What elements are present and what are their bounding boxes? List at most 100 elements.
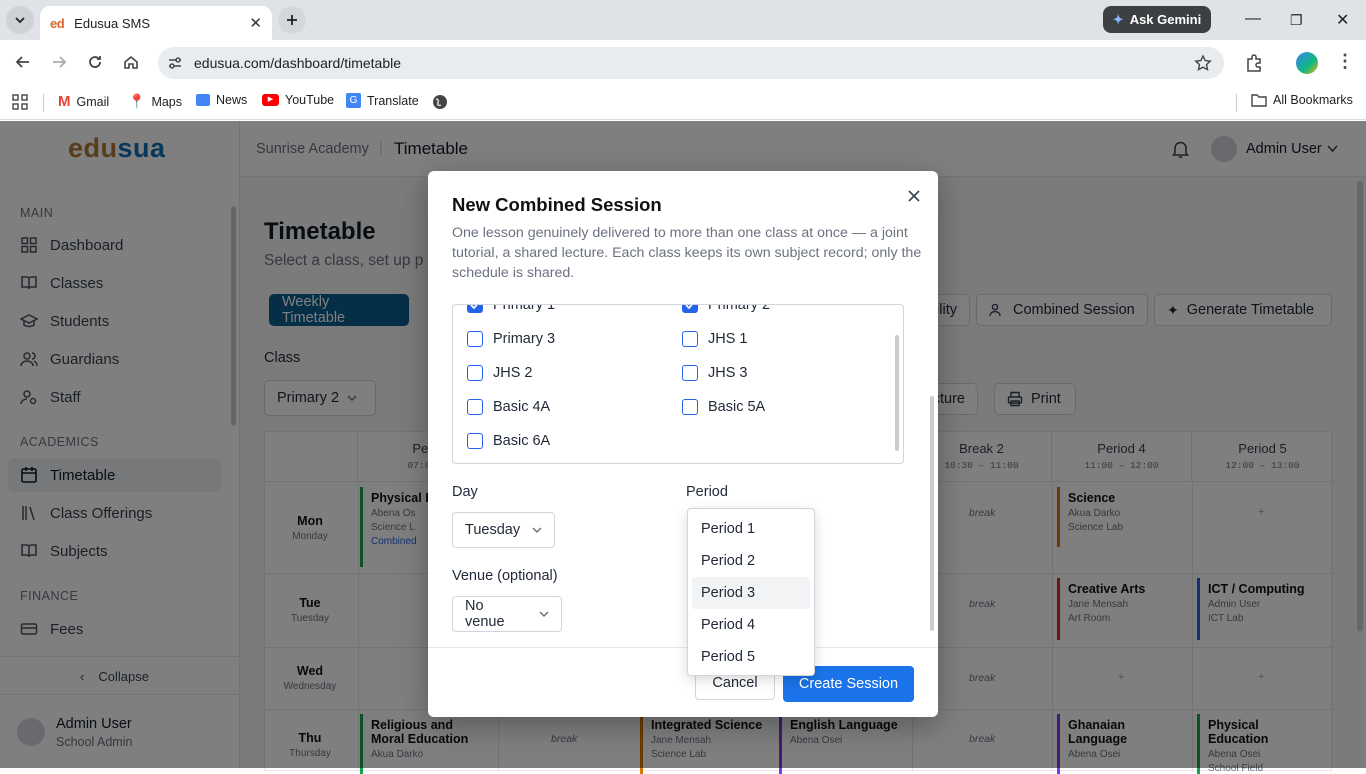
tab-title: Edusua SMS xyxy=(74,15,151,31)
period-option-4[interactable]: Period 4 xyxy=(692,609,810,641)
new-tab-button[interactable] xyxy=(278,6,306,34)
news-icon xyxy=(196,94,210,106)
venue-label: Venue (optional) xyxy=(452,568,558,584)
class-checklist: Primary 1 Primary 2 Primary 3 JHS 1 JHS … xyxy=(452,304,904,464)
gemini-label: Ask Gemini xyxy=(1129,12,1202,27)
bookmark-divider xyxy=(43,94,44,112)
modal-description: One lesson genuinely delivered to more t… xyxy=(452,225,922,281)
period-option-2[interactable]: Period 2 xyxy=(692,545,810,577)
back-icon[interactable] xyxy=(14,53,32,71)
period-option-5[interactable]: Period 5 xyxy=(692,641,810,673)
chevron-down-icon xyxy=(15,17,25,24)
class-checkbox-primary-1[interactable]: Primary 1 xyxy=(467,304,556,313)
bookmark-translate[interactable]: G Translate xyxy=(346,93,419,108)
all-bookmarks-label: All Bookmarks xyxy=(1273,93,1353,107)
venue-select[interactable]: No venue xyxy=(452,596,562,632)
forward-icon[interactable] xyxy=(50,53,68,71)
profile-avatar[interactable] xyxy=(1296,52,1318,74)
checkbox-label: Basic 5A xyxy=(708,399,766,415)
chevron-down-icon xyxy=(532,526,542,533)
globe-icon[interactable] xyxy=(432,94,448,110)
day-label: Day xyxy=(452,484,478,500)
apps-grid-icon[interactable] xyxy=(12,94,28,110)
checkbox[interactable] xyxy=(467,433,483,449)
tab-close-icon[interactable]: ✕ xyxy=(249,14,262,32)
checkbox[interactable] xyxy=(467,331,483,347)
browser-tabstrip: ed Edusua SMS ✕ ✦ Ask Gemini — ❐ ✕ xyxy=(0,0,1366,40)
browser-menu-icon[interactable]: ⋮ xyxy=(1336,51,1354,72)
class-checkbox-basic-6a[interactable]: Basic 6A xyxy=(467,433,550,449)
class-checkbox-primary-3[interactable]: Primary 3 xyxy=(467,331,555,347)
bookmark-label: Maps xyxy=(151,94,183,109)
window-close-icon[interactable]: ✕ xyxy=(1336,10,1349,30)
bookmark-label: YouTube xyxy=(285,93,335,107)
checkbox[interactable] xyxy=(682,365,698,381)
checkbox-label: Basic 6A xyxy=(493,433,551,449)
period-option-3[interactable]: Period 3 xyxy=(692,577,810,609)
checkbox[interactable] xyxy=(682,399,698,415)
period-dropdown-list: Period 1 Period 2 Period 3 Period 4 Peri… xyxy=(687,508,815,676)
checkbox[interactable] xyxy=(467,365,483,381)
day-select[interactable]: Tuesday xyxy=(452,512,555,548)
bookmark-news[interactable]: News xyxy=(196,93,247,107)
check-icon xyxy=(685,305,693,309)
minimize-icon[interactable]: — xyxy=(1245,10,1261,28)
checkbox-label: JHS 2 xyxy=(493,365,533,381)
plus-icon xyxy=(287,15,297,25)
select-value: No venue xyxy=(465,598,505,630)
checkbox-checked[interactable] xyxy=(467,305,483,313)
tab-search-button[interactable] xyxy=(6,6,34,34)
gemini-icon: ✦ xyxy=(1112,11,1124,27)
bookmark-star-icon[interactable] xyxy=(1194,54,1212,72)
bookmark-youtube[interactable]: ▶ YouTube xyxy=(262,93,334,107)
checkbox[interactable] xyxy=(682,331,698,347)
class-checkbox-primary-2[interactable]: Primary 2 xyxy=(682,304,771,313)
checklist-scrollbar[interactable] xyxy=(895,335,899,451)
url-text: edusua.com/dashboard/timetable xyxy=(194,55,402,71)
period-label: Period xyxy=(686,484,728,500)
checkbox-checked[interactable] xyxy=(682,305,698,313)
chevron-down-icon xyxy=(539,610,549,617)
class-checkbox-basic-5a[interactable]: Basic 5A xyxy=(682,399,765,415)
check-icon xyxy=(470,305,478,309)
button-label: Create Session xyxy=(798,676,899,692)
bookmarks-bar: M Gmail 📍 Maps News ▶ YouTube G Translate Al… xyxy=(0,86,1366,120)
modal-title: New Combined Session xyxy=(452,194,662,215)
extensions-icon[interactable] xyxy=(1244,53,1264,73)
maps-pin-icon: 📍 xyxy=(128,93,146,109)
class-checkbox-jhs-2[interactable]: JHS 2 xyxy=(467,365,533,381)
home-icon[interactable] xyxy=(122,53,140,71)
bookmark-label: Gmail xyxy=(76,94,110,109)
bookmark-gmail[interactable]: M Gmail xyxy=(58,93,109,110)
youtube-icon: ▶ xyxy=(262,94,279,106)
restore-icon[interactable]: ❐ xyxy=(1290,12,1303,29)
checkbox-label: Primary 1 xyxy=(493,304,556,313)
class-checkbox-basic-4a[interactable]: Basic 4A xyxy=(467,399,550,415)
translate-icon: G xyxy=(346,93,361,108)
favicon: ed xyxy=(50,15,65,31)
bookmark-label: News xyxy=(216,93,248,107)
ask-gemini-button[interactable]: ✦ Ask Gemini xyxy=(1103,6,1211,33)
class-checkbox-jhs-1[interactable]: JHS 1 xyxy=(682,331,748,347)
class-checkbox-jhs-3[interactable]: JHS 3 xyxy=(682,365,748,381)
gmail-icon: M xyxy=(58,93,71,110)
browser-tab[interactable]: ed Edusua SMS ✕ xyxy=(40,6,272,40)
button-label: Cancel xyxy=(712,675,758,691)
select-value: Tuesday xyxy=(465,522,521,538)
modal-scrollbar[interactable] xyxy=(930,396,934,631)
bookmark-label: Translate xyxy=(367,93,419,108)
checkbox-label: JHS 3 xyxy=(708,365,748,381)
all-bookmarks-button[interactable]: All Bookmarks xyxy=(1251,93,1353,107)
period-option-1[interactable]: Period 1 xyxy=(692,513,810,545)
checkbox-label: Primary 3 xyxy=(493,331,556,347)
checkbox[interactable] xyxy=(467,399,483,415)
combined-session-modal: New Combined Session One lesson genuinel… xyxy=(428,171,938,717)
site-settings-icon[interactable] xyxy=(167,55,183,71)
bookmark-maps[interactable]: 📍 Maps xyxy=(128,93,182,110)
reload-icon[interactable] xyxy=(86,53,104,71)
close-icon[interactable] xyxy=(908,190,920,202)
address-bar[interactable]: edusua.com/dashboard/timetable xyxy=(158,47,1224,79)
checkbox-label: JHS 1 xyxy=(708,331,748,347)
checkbox-label: Basic 4A xyxy=(493,399,551,415)
checkbox-label: Primary 2 xyxy=(708,304,771,313)
